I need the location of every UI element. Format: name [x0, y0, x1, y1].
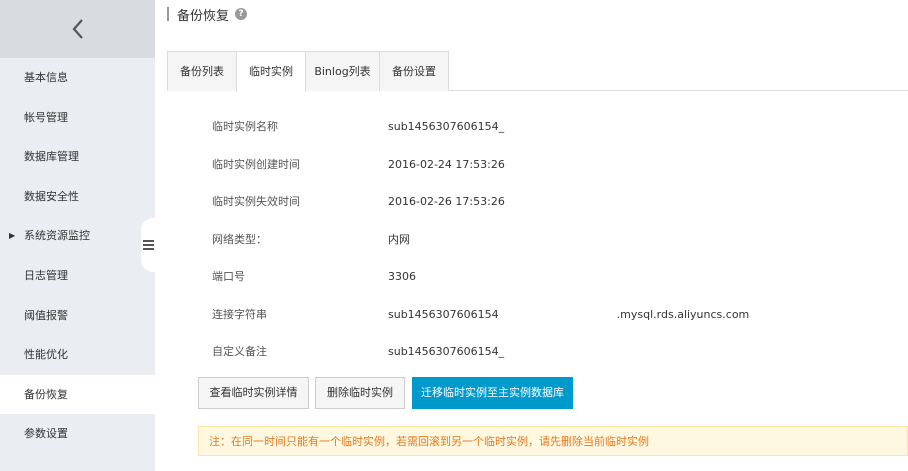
sidebar-collapse-handle[interactable]	[141, 218, 155, 272]
sidebar-item-parameters[interactable]: 参数设置	[0, 414, 155, 454]
sidebar-item-performance[interactable]: 性能优化	[0, 335, 155, 375]
detail-value: 内网	[388, 232, 410, 246]
detail-label: 连接字符串	[212, 307, 267, 321]
detail-row-port: 端口号 3306	[155, 258, 908, 296]
connection-string-suffix: .mysql.rds.aliyuncs.com	[616, 307, 750, 321]
sidebar-item-label: 帐号管理	[24, 110, 68, 124]
sidebar-item-label: 日志管理	[24, 268, 68, 282]
sidebar-item-alarms[interactable]: 阈值报警	[0, 296, 155, 336]
sidebar-item-label: 性能优化	[24, 348, 68, 362]
sidebar-item-logs[interactable]: 日志管理	[0, 256, 155, 296]
detail-row-expire-time: 临时实例失效时间 2016-02-26 17:53:26	[155, 183, 908, 221]
detail-label: 网络类型：	[212, 232, 267, 246]
detail-value: sub1456307606154_	[388, 345, 505, 358]
page-title: 备份恢复	[177, 8, 230, 24]
tab-backup-list[interactable]: 备份列表	[167, 51, 237, 91]
sidebar-item-label: 备份恢复	[24, 387, 68, 401]
sidebar-item-basic-info[interactable]: 基本信息	[0, 58, 155, 98]
tab-bar: 备份列表 临时实例 Binlog列表 备份设置	[167, 51, 908, 92]
sidebar-item-backup[interactable]: 备份恢复	[0, 374, 155, 415]
sidebar-item-label: 系统资源监控	[24, 229, 90, 243]
sidebar-item-monitoring[interactable]: ▶ 系统资源监控	[0, 216, 155, 256]
migrate-instance-button[interactable]: 迁移临时实例至主实例数据库	[412, 377, 573, 409]
delete-instance-button[interactable]: 删除临时实例	[315, 377, 405, 409]
menu-collapse-icon	[142, 238, 154, 252]
back-button[interactable]	[0, 0, 155, 58]
detail-row-connection-string: 连接字符串 sub1456307606154 .mysql.rds.aliyunc…	[155, 296, 908, 334]
sidebar-item-accounts[interactable]: 帐号管理	[0, 98, 155, 138]
detail-label: 临时实例创建时间	[212, 157, 300, 171]
detail-row-created-time: 临时实例创建时间 2016-02-24 17:53:26	[155, 146, 908, 184]
detail-list: 临时实例名称 sub1456307606154_ 临时实例创建时间 2016-0…	[155, 108, 908, 371]
sidebar: 基本信息 帐号管理 数据库管理 数据安全性 ▶ 系统资源监控 日志管理 阈值报警 …	[0, 0, 155, 471]
detail-value: sub1456307606154_	[388, 120, 505, 133]
caret-right-icon: ▶	[9, 231, 16, 241]
tab-backup-settings[interactable]: 备份设置	[379, 51, 449, 91]
sidebar-item-databases[interactable]: 数据库管理	[0, 137, 155, 177]
sidebar-item-label: 数据安全性	[24, 189, 79, 203]
detail-label: 临时实例失效时间	[212, 195, 300, 208]
detail-value: 2016-02-26 17:53:26	[388, 195, 505, 208]
sidebar-item-label: 数据库管理	[24, 150, 79, 164]
connection-string-prefix: sub1456307606154	[388, 307, 499, 321]
chevron-left-icon	[72, 19, 83, 39]
notice-banner: 注：在同一时间只能有一个临时实例，若需回滚到另一个临时实例，请先删除当前临时实例	[198, 426, 908, 456]
sidebar-item-security[interactable]: 数据安全性	[0, 177, 155, 217]
sidebar-nav: 基本信息 帐号管理 数据库管理 数据安全性 ▶ 系统资源监控 日志管理 阈值报警 …	[0, 58, 155, 454]
main-content: 备份恢复 ? 备份列表 临时实例 Binlog列表 备份设置 临时实例名称 su…	[155, 0, 908, 471]
sidebar-item-label: 基本信息	[24, 71, 68, 84]
detail-row-remark: 自定义备注 sub1456307606154_	[155, 333, 908, 371]
page-header: 备份恢复 ?	[167, 5, 248, 24]
sidebar-item-label: 阈值报警	[24, 308, 68, 322]
tab-binlog-list[interactable]: Binlog列表	[305, 51, 380, 91]
detail-value: 3306	[388, 270, 416, 283]
detail-label: 临时实例名称	[212, 120, 278, 133]
view-details-button[interactable]: 查看临时实例详情	[198, 377, 309, 409]
detail-label: 端口号	[212, 270, 245, 283]
tab-temp-instance[interactable]: 临时实例	[236, 51, 306, 92]
detail-value: sub1456307606154 .mysql.rds.aliyuncs.com	[388, 296, 749, 334]
detail-label: 自定义备注	[212, 345, 267, 358]
title-accent-bar	[167, 7, 169, 21]
detail-value: 2016-02-24 17:53:26	[388, 157, 505, 171]
question-circle-icon[interactable]: ?	[235, 8, 248, 20]
sidebar-item-label: 参数设置	[24, 427, 68, 441]
detail-row-instance-name: 临时实例名称 sub1456307606154_	[155, 108, 908, 146]
detail-row-network-type: 网络类型： 内网	[155, 221, 908, 259]
